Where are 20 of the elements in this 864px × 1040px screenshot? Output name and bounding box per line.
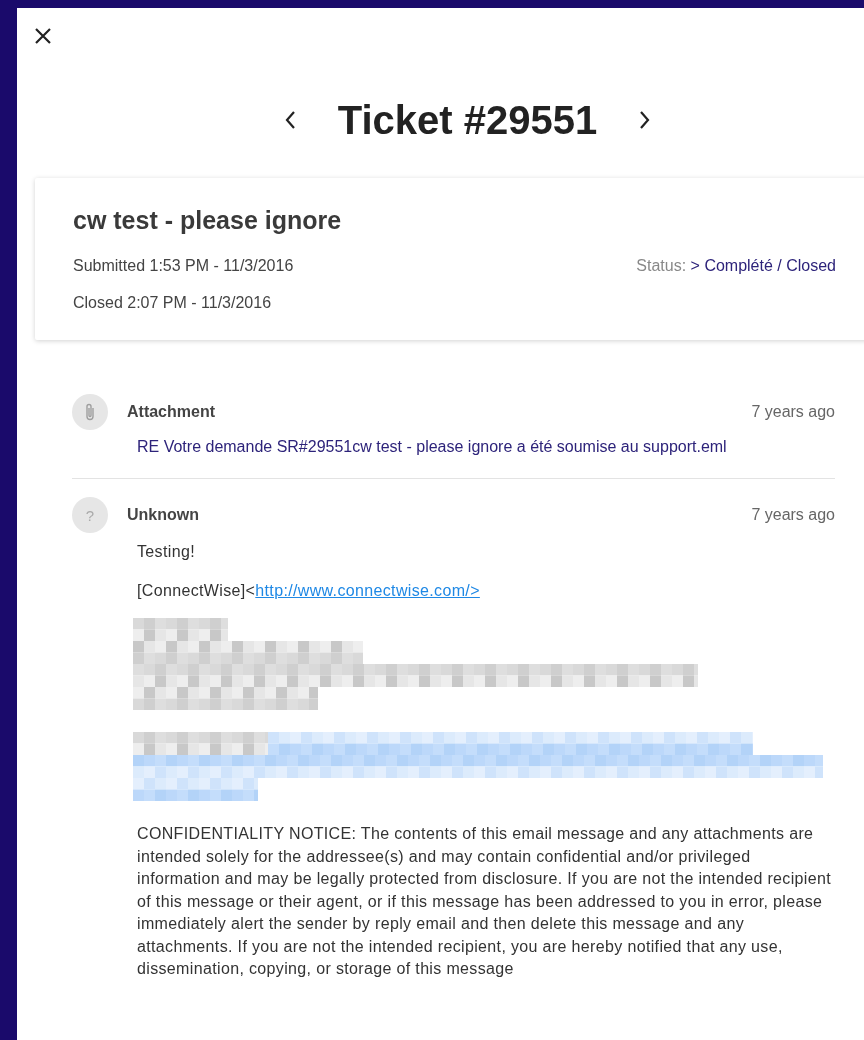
timestamp: 7 years ago bbox=[751, 506, 835, 524]
close-button[interactable] bbox=[33, 26, 53, 46]
submitted-date: Submitted 1:53 PM - 11/3/2016 bbox=[73, 257, 294, 276]
attachment-link[interactable]: RE Votre demande SR#29551cw test - please ignore a été soumise au support.eml bbox=[137, 438, 727, 455]
ticket-title: Ticket #29551 bbox=[337, 97, 598, 143]
status-value: > Complété / Closed bbox=[690, 257, 836, 274]
message-text: Testing! bbox=[137, 542, 196, 562]
timestamp: 7 years ago bbox=[751, 403, 835, 421]
chevron-right-icon bbox=[639, 110, 652, 130]
status-label: Status: bbox=[636, 257, 687, 274]
chevron-left-icon bbox=[283, 110, 296, 130]
ticket-subject: cw test - please ignore bbox=[73, 206, 343, 235]
website-link[interactable]: http://www.connectwise.com/> bbox=[255, 581, 480, 599]
question-mark-avatar: ? bbox=[72, 497, 108, 533]
message-text: [ConnectWise]< bbox=[137, 581, 256, 599]
message-text: CONFIDENTIALITY NOTICE: The contents of this email message and any attachments are intended solely for the addressee(s) and may contain confidential and/or privileged information and may be legally protected from disclosure. If you are not the intended recipient of this message or their agent, or if this message has been addressed to you in error, please immediately alert the sender by reply email and then delete this message and any attachments. If you are not the intended recipient, you are hereby notified that any use, dissemination, copying, or storage of this message bbox=[137, 824, 833, 979]
closed-date: Closed 2:07 PM - 11/3/2016 bbox=[73, 294, 272, 313]
paperclip-icon bbox=[72, 394, 108, 430]
author-name: Unknown bbox=[127, 506, 199, 524]
author-name: Attachment bbox=[127, 403, 215, 421]
